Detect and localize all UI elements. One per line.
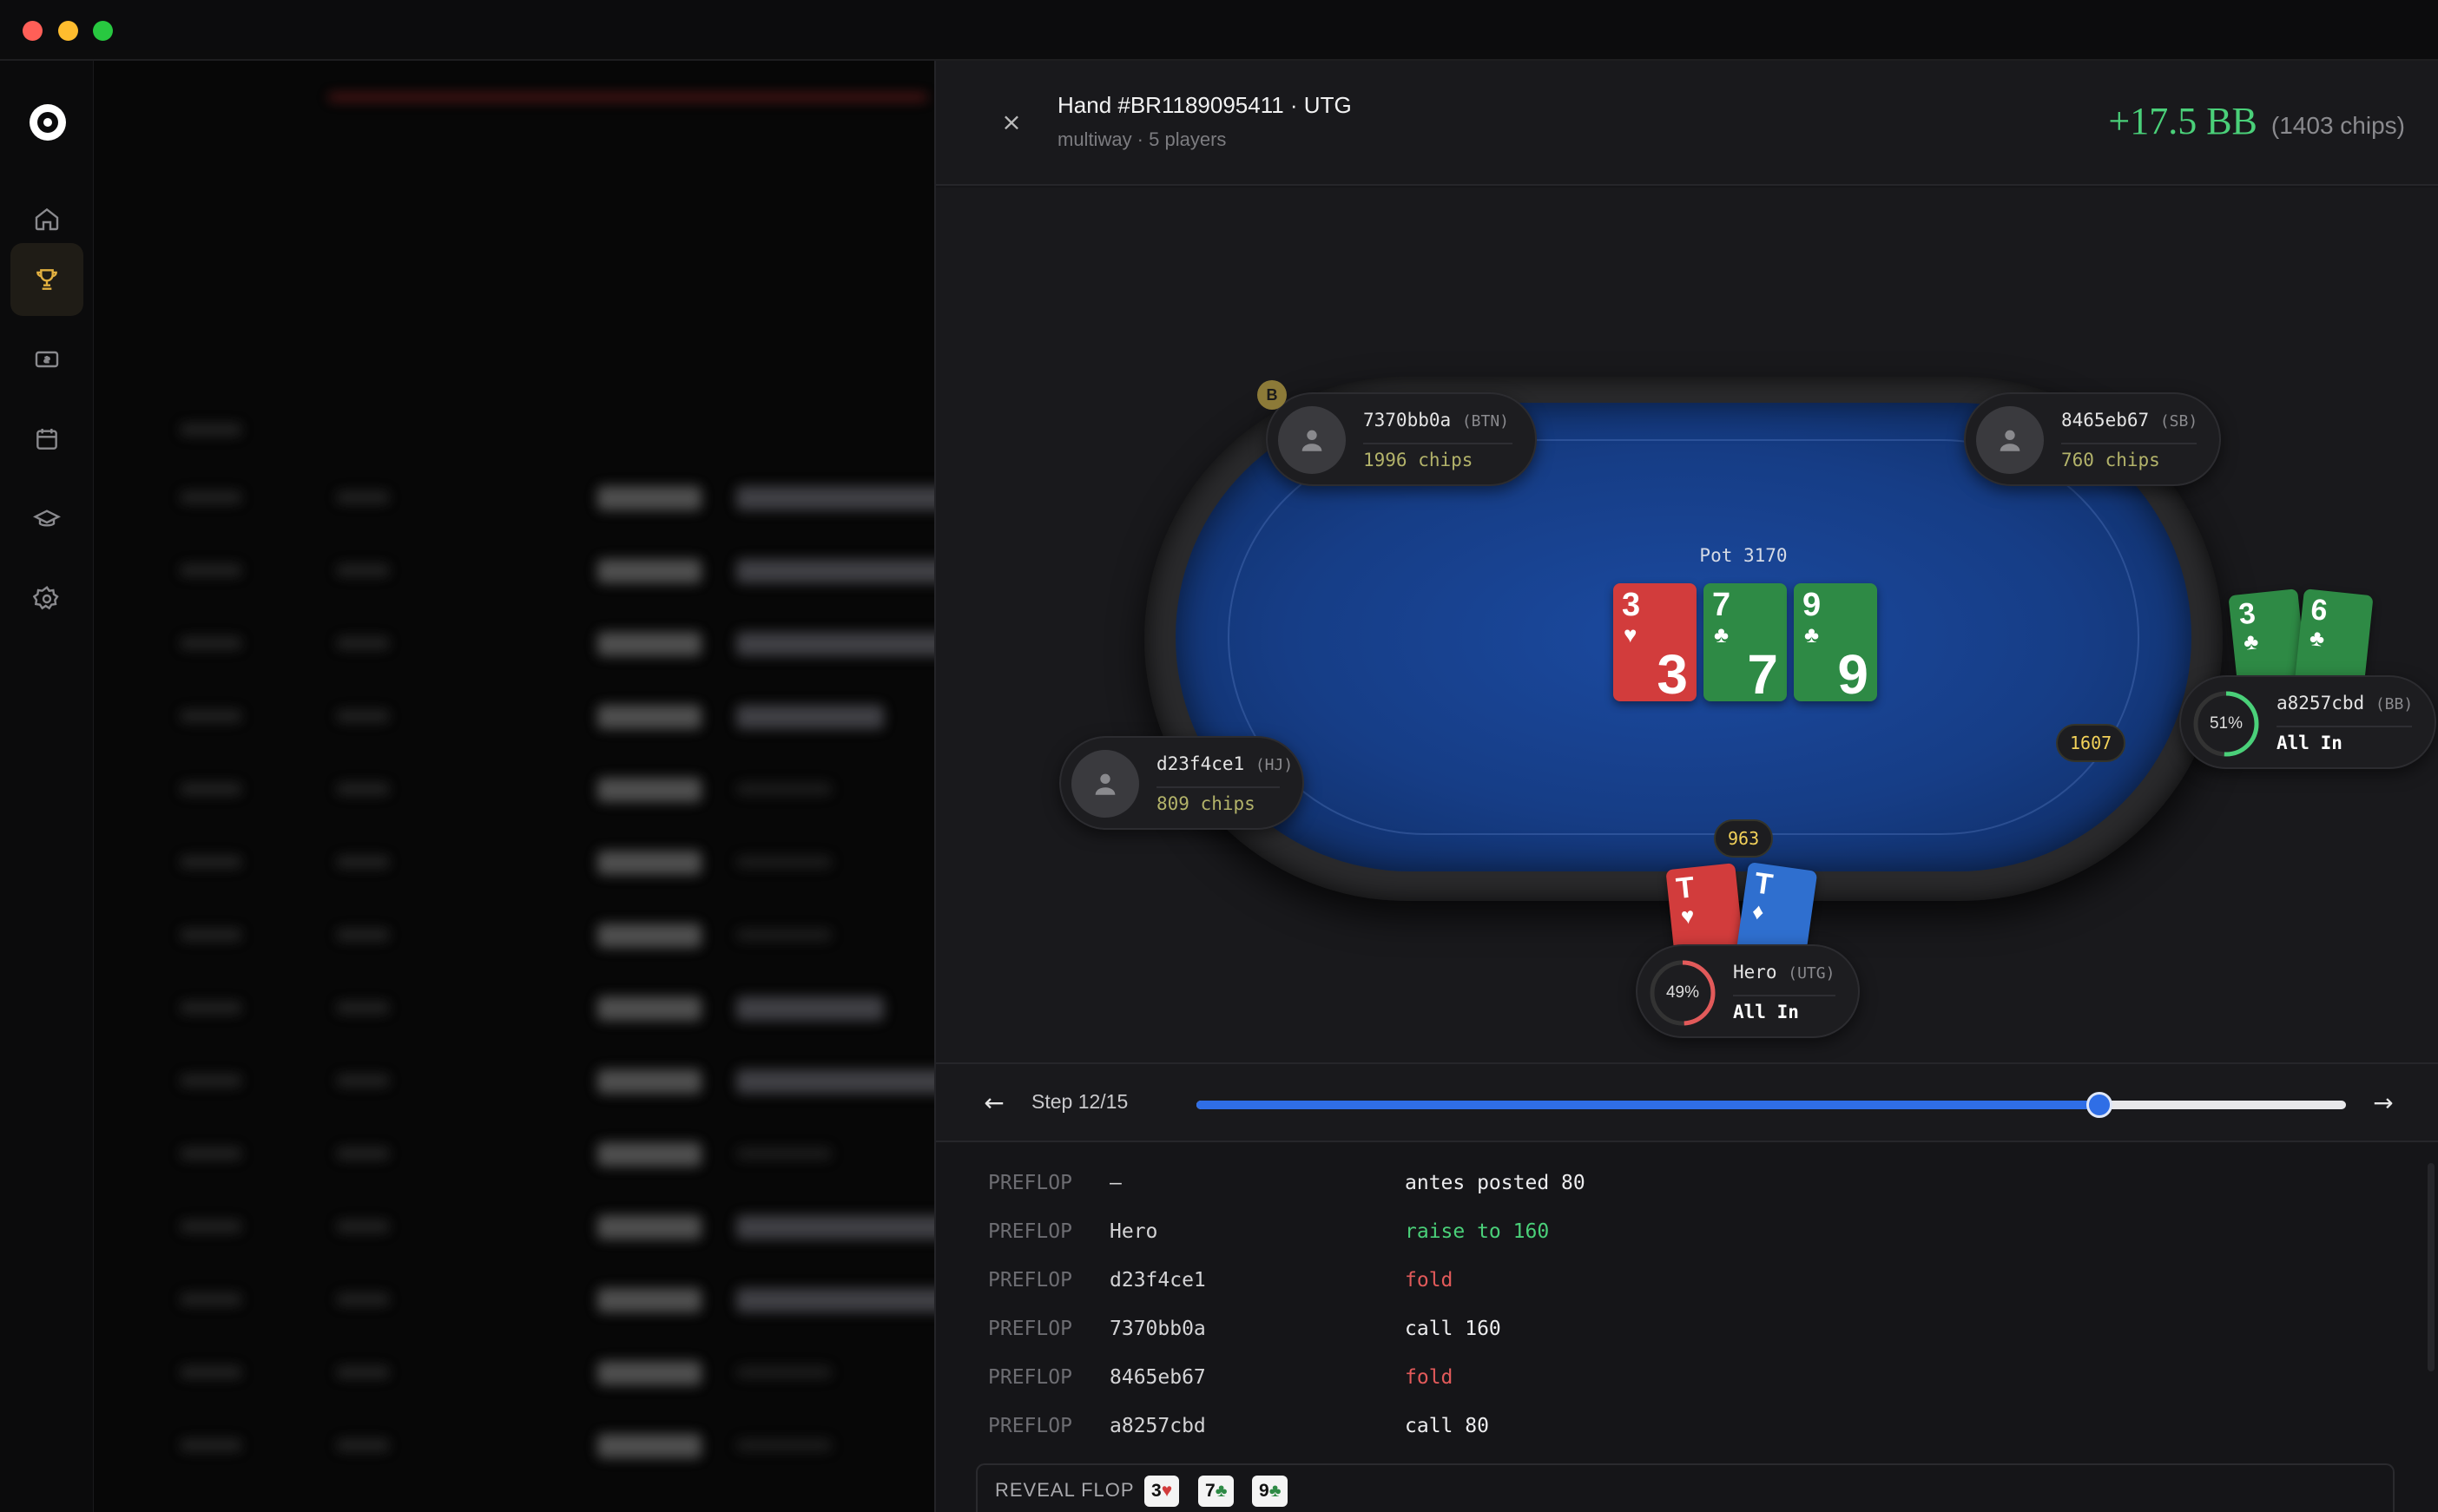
log-scrollbar[interactable] — [2428, 1163, 2435, 1371]
board-card-3: 9 ♣ 9 — [1794, 583, 1877, 701]
bet-chip-bb: 1607 — [2056, 724, 2126, 762]
equity-ring: 49% — [1648, 958, 1717, 1028]
seat-position: (UTG) — [1788, 964, 1835, 983]
reveal-card-1: 3♥ — [1144, 1476, 1180, 1507]
board-card-2: 7 ♣ 7 — [1703, 583, 1787, 701]
seat-name: Hero — [1733, 962, 1777, 983]
window-minimize-button[interactable] — [58, 21, 78, 41]
equity-percent: 49% — [1665, 983, 1700, 1002]
avatar — [1278, 406, 1346, 474]
app-logo[interactable] — [30, 104, 66, 141]
avatar — [1976, 406, 2044, 474]
seat-stack: All In — [2277, 733, 2342, 753]
reveal-flop-row: REVEAL FLOP 3♥ 7♣ 9♣ — [976, 1463, 2395, 1512]
seat-position: (SB) — [2159, 412, 2198, 431]
trophy-icon[interactable] — [10, 243, 83, 316]
hand-header: × Hand #BR1189095411 · UTG multiway · 5 … — [936, 61, 2438, 186]
calendar-icon[interactable] — [10, 403, 83, 476]
dealer-button: B — [1257, 380, 1287, 410]
result-chips: (1403 chips) — [2270, 112, 2405, 139]
reveal-card-2: 7♣ — [1198, 1476, 1235, 1507]
replay-stepper: ← Step 12/15 → — [936, 1062, 2438, 1142]
equity-percent: 51% — [2209, 714, 2244, 733]
equity-ring: 51% — [2191, 689, 2261, 759]
step-slider-handle[interactable] — [2086, 1092, 2113, 1118]
hand-result: +17.5 BB (1403 chips) — [2108, 99, 2405, 143]
poker-table-area: Pot 3170 3 ♥ 3 7 ♣ 7 9 ♣ 9 B 7370bb0a (BTN) 19… — [936, 187, 2438, 1062]
step-slider-fill — [1196, 1101, 2100, 1109]
seat-name: 8465eb67 — [2061, 410, 2150, 431]
arrow-right-icon[interactable]: → — [2369, 1088, 2398, 1118]
window-zoom-button[interactable] — [93, 21, 113, 41]
blurred-hand-list — [94, 61, 934, 1512]
hand-subtitle: multiway · 5 players — [1058, 128, 1227, 150]
seat-name: d23f4ce1 — [1156, 753, 1245, 774]
step-slider[interactable] — [1196, 1092, 2346, 1118]
seat-stack: 760 chips — [2061, 450, 2160, 470]
avatar — [1071, 750, 1139, 818]
seat-bb[interactable]: 51% a8257cbd (BB) All In — [2179, 675, 2436, 769]
seat-hj[interactable]: d23f4ce1 (HJ) 809 chips — [1059, 736, 1304, 830]
action-log: PREFLOP – antes posted 80 PREFLOP Hero raise… — [936, 1144, 2438, 1512]
seat-sb[interactable]: 8465eb67 (SB) 760 chips — [1964, 392, 2221, 486]
seat-name: 7370bb0a — [1363, 410, 1452, 431]
seat-stack: 1996 chips — [1363, 450, 1473, 470]
arrow-left-icon[interactable]: ← — [979, 1088, 1009, 1118]
gear-icon[interactable] — [10, 562, 83, 635]
hand-detail-panel: × Hand #BR1189095411 · UTG multiway · 5 … — [934, 61, 2438, 1512]
bet-chip-hero: 963 — [1714, 819, 1774, 858]
result-bb: +17.5 BB — [2108, 100, 2257, 142]
cash-icon[interactable] — [10, 323, 83, 396]
reveal-label: REVEAL FLOP — [995, 1479, 1135, 1501]
sidebar — [0, 61, 94, 1512]
close-icon[interactable]: × — [997, 108, 1026, 137]
seat-hero[interactable]: 49% Hero (UTG) All In — [1636, 944, 1860, 1038]
step-label: Step 12/15 — [1031, 1090, 1129, 1113]
seat-position: (BTN) — [1461, 412, 1509, 431]
reveal-card-3: 9♣ — [1252, 1476, 1288, 1507]
window-close-button[interactable] — [23, 21, 43, 41]
seat-position: (HJ) — [1255, 756, 1294, 774]
board-card-1: 3 ♥ 3 — [1613, 583, 1697, 701]
seat-stack: 809 chips — [1156, 793, 1255, 814]
seat-stack: All In — [1733, 1002, 1799, 1022]
seat-btn[interactable]: 7370bb0a (BTN) 1996 chips — [1266, 392, 1537, 486]
window-titlebar — [0, 0, 2438, 61]
hand-title: Hand #BR1189095411 · UTG — [1058, 92, 1352, 118]
seat-position: (BB) — [2375, 695, 2414, 713]
seat-name: a8257cbd — [2277, 693, 2365, 713]
pot-label: Pot 3170 — [1699, 545, 1788, 566]
graduation-cap-icon[interactable] — [10, 483, 83, 555]
